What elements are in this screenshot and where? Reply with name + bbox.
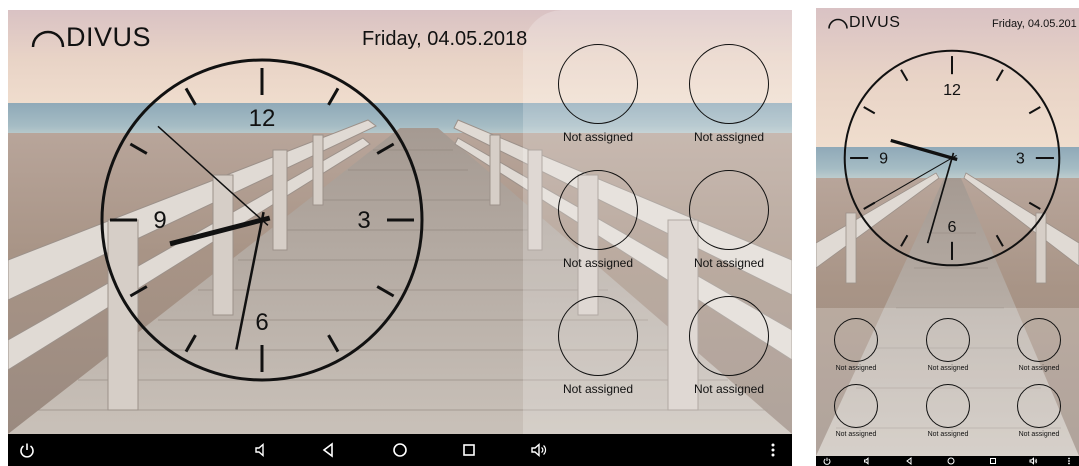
scene-button-label: Not assigned (562, 382, 634, 396)
clock-tick (376, 142, 395, 155)
date-display: Friday, 04.05.2018 (362, 28, 528, 50)
clock-numeral: 12 (249, 105, 276, 132)
scene-button-circle[interactable] (834, 384, 878, 428)
scene-button[interactable]: Not assigned (999, 318, 1079, 372)
scene-button[interactable]: Not assigned (999, 384, 1079, 438)
clock-numeral: 3 (1016, 149, 1025, 167)
more-icon[interactable] (758, 434, 788, 466)
volume-up-icon[interactable] (524, 434, 554, 466)
clock-numeral: 12 (943, 81, 961, 99)
scene-button[interactable]: Not assigned (908, 318, 988, 372)
scene-button-label: Not assigned (835, 431, 877, 438)
scene-button-circle[interactable] (689, 170, 769, 250)
scene-button-label: Not assigned (927, 431, 969, 438)
scene-button-circle[interactable] (1017, 318, 1061, 362)
clock-numeral: 3 (357, 207, 370, 234)
clock-tick (900, 234, 909, 247)
recents-icon[interactable] (454, 434, 484, 466)
scene-button-label: Not assigned (1018, 431, 1060, 438)
clock-tick (1028, 106, 1041, 115)
date-display: Friday, 04.05.201 (992, 18, 1077, 30)
scene-button[interactable]: Not assigned (816, 384, 896, 438)
logo-arc-icon (828, 18, 848, 29)
clock-tick (376, 285, 395, 298)
scene-button-circle[interactable] (689, 296, 769, 376)
scene-button-circle[interactable] (926, 318, 970, 362)
power-icon[interactable] (12, 434, 42, 466)
scene-button-circle[interactable] (689, 44, 769, 124)
divus-logo: DIVUS (30, 22, 151, 53)
clock-tick (863, 106, 876, 115)
volume-down-icon[interactable] (860, 456, 874, 466)
portrait-dashboard: DIVUS Friday, 04.05.201 12 3 6 9 Not assign… (816, 8, 1079, 456)
scene-button-label: Not assigned (693, 130, 765, 144)
scene-button-label: Not assigned (693, 382, 765, 396)
clock-numeral: 9 (879, 149, 888, 167)
scene-button-label: Not assigned (927, 365, 969, 372)
analog-clock: 12 3 6 9 (843, 49, 1061, 267)
scene-button-circle[interactable] (926, 384, 970, 428)
divus-logo: DIVUS (827, 14, 900, 32)
clock-tick (184, 334, 197, 353)
clock-numeral: 6 (255, 309, 268, 336)
scene-button[interactable]: Not assigned (543, 44, 653, 144)
scene-button[interactable]: Not assigned (674, 170, 784, 270)
more-icon[interactable] (1062, 456, 1076, 466)
logo-arc-icon (31, 30, 65, 47)
scene-button-circle[interactable] (834, 318, 878, 362)
clock-tick (995, 69, 1004, 82)
scene-button-circle[interactable] (558, 170, 638, 250)
scene-button-label: Not assigned (693, 256, 765, 270)
android-navbar (816, 456, 1079, 466)
scene-button[interactable]: Not assigned (816, 318, 896, 372)
clock-numeral: 9 (153, 207, 166, 234)
home-icon[interactable] (944, 456, 958, 466)
clock-tick (327, 87, 340, 106)
scene-button[interactable]: Not assigned (543, 170, 653, 270)
clock-second-hand (157, 125, 269, 226)
clock-numeral: 6 (948, 218, 957, 236)
scene-button[interactable]: Not assigned (543, 296, 653, 396)
clock-tick (327, 334, 340, 353)
analog-clock: 12 3 6 9 (100, 58, 424, 382)
screenshot-stage: DIVUS Friday, 04.05.2018 12 3 6 9 Not assig… (0, 0, 1079, 466)
clock-tick (900, 69, 909, 82)
volume-down-icon[interactable] (246, 434, 276, 466)
scene-button-label: Not assigned (1018, 365, 1060, 372)
landscape-dashboard: DIVUS Friday, 04.05.2018 12 3 6 9 Not assig… (8, 10, 792, 434)
clock-hour-hand (890, 138, 958, 162)
recents-icon[interactable] (986, 456, 1000, 466)
scene-button-circle[interactable] (1017, 384, 1061, 428)
scene-button-label: Not assigned (562, 256, 634, 270)
back-icon[interactable] (313, 434, 343, 466)
clock-hour-hand (169, 215, 271, 247)
scene-button[interactable]: Not assigned (674, 44, 784, 144)
scene-button-label: Not assigned (835, 365, 877, 372)
scene-button-circle[interactable] (558, 44, 638, 124)
scene-button[interactable]: Not assigned (908, 384, 988, 438)
android-navbar (8, 434, 792, 466)
clock-tick (184, 87, 197, 106)
logo-wordmark: DIVUS (849, 14, 901, 31)
home-icon[interactable] (385, 434, 415, 466)
volume-up-icon[interactable] (1026, 456, 1040, 466)
scene-button[interactable]: Not assigned (674, 296, 784, 396)
clock-tick (129, 285, 148, 298)
scene-button-label: Not assigned (562, 130, 634, 144)
logo-wordmark: DIVUS (66, 22, 152, 52)
clock-tick (995, 234, 1004, 247)
clock-tick (1028, 201, 1041, 210)
scene-button-circle[interactable] (558, 296, 638, 376)
back-icon[interactable] (902, 456, 916, 466)
clock-tick (129, 142, 148, 155)
power-icon[interactable] (820, 456, 834, 466)
